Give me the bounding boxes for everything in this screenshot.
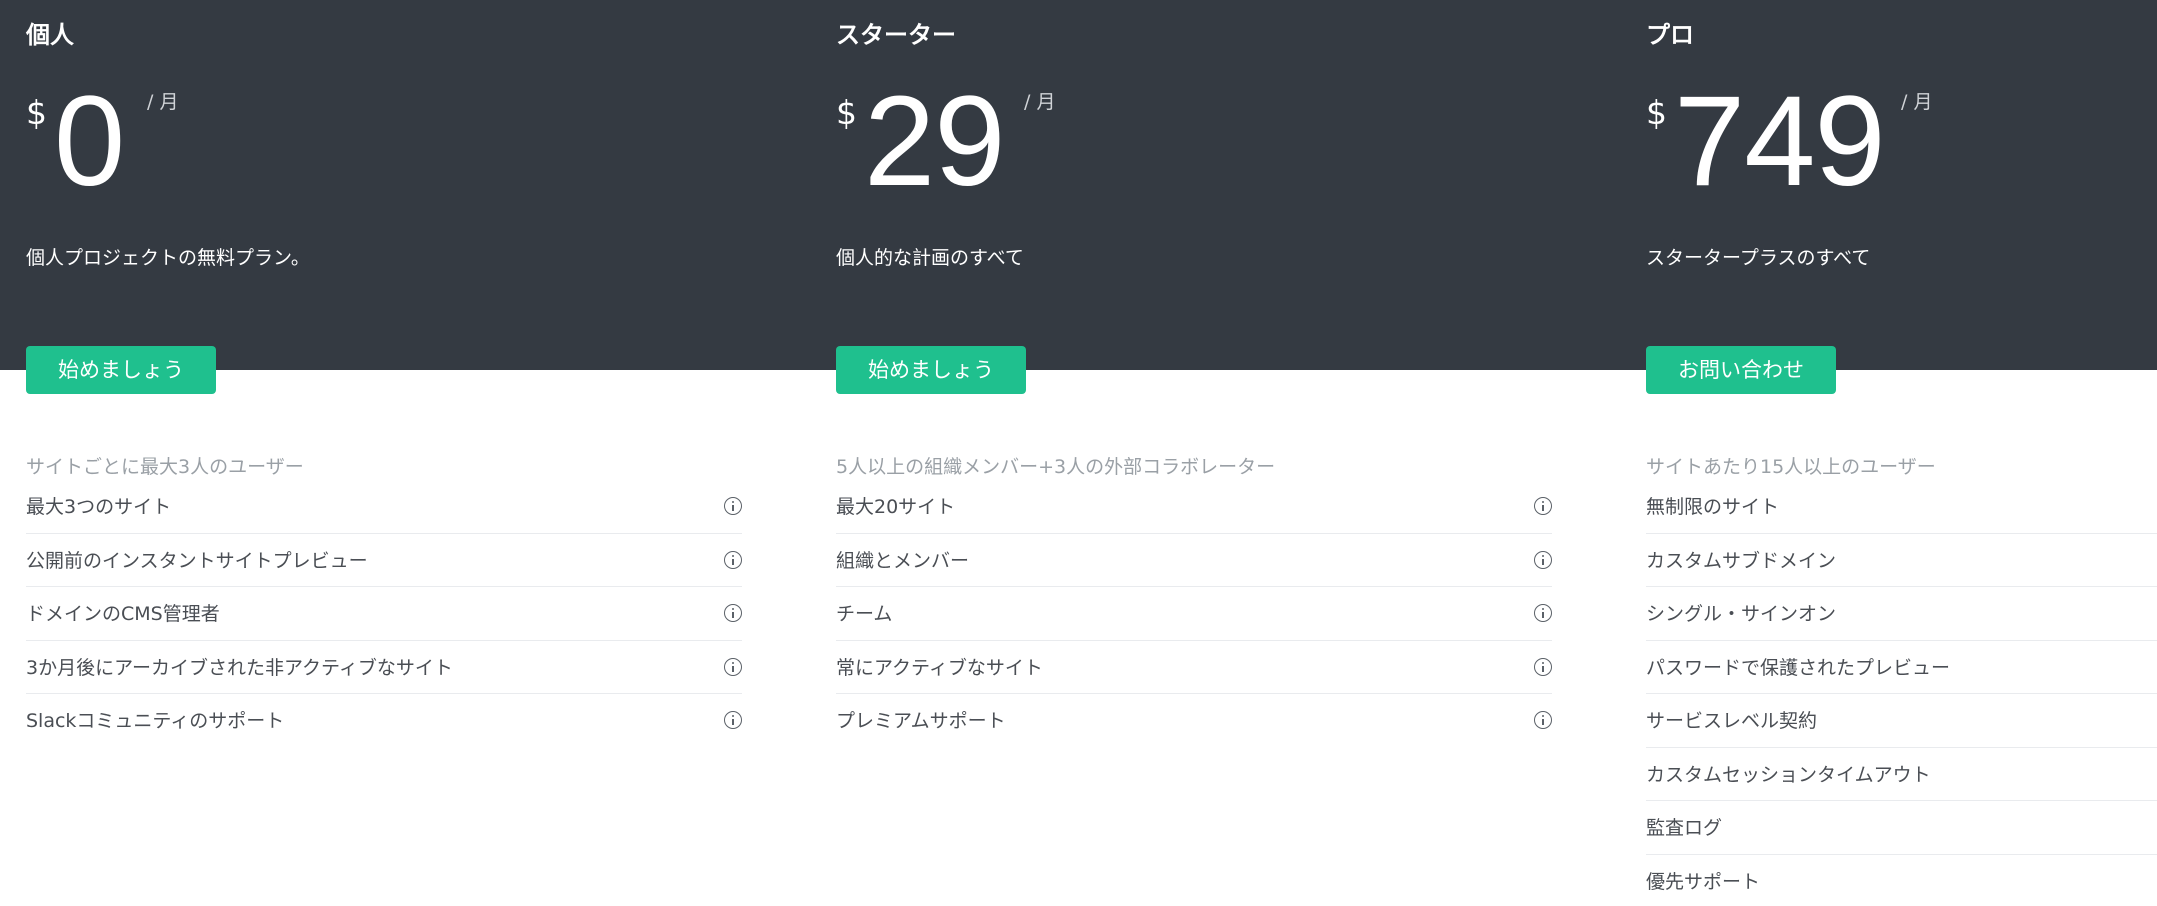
feature-item: 最大20サイト [836,480,1552,534]
feature-item: 優先サポート [1646,855,2157,906]
feature-item: 無制限のサイト [1646,480,2157,534]
plan-card-starter: スターター $ 29 / 月 個人的な計画のすべて 始めましょう 5人以上の組織… [836,0,1552,906]
feature-item: 公開前のインスタントサイトプレビュー [26,534,742,587]
features-header: サイトあたり15人以上のユーザー [1646,456,1936,478]
feature-label: サービスレベル契約 [1646,710,1818,732]
feature-label: 組織とメンバー [836,549,970,572]
feature-label: 3か月後にアーカイブされた非アクティブなサイト [26,656,453,679]
plan-price: 749 [1674,70,1886,213]
feature-label: 最大3つのサイト [26,496,172,518]
feature-item: Slackコミュニティのサポート [26,694,742,748]
feature-item: 監査ログ [1646,801,2157,855]
feature-label: 公開前のインスタントサイトプレビュー [26,549,368,572]
feature-item: カスタムサブドメイン [1646,534,2157,587]
currency-symbol: $ [1646,93,1667,132]
feature-label: 無制限のサイト [1646,496,1780,518]
feature-label: チーム [836,603,893,625]
feature-label: カスタムサブドメイン [1646,549,1837,572]
plan-card-pro: プロ $ 749 / 月 スタータープラスのすべて お問い合わせ サイトあたり1… [1646,0,2157,906]
info-icon[interactable] [1534,497,1552,515]
billing-period: / 月 [1901,91,1933,113]
feature-item: サービスレベル契約 [1646,694,2157,748]
feature-item: 常にアクティブなサイト [836,641,1552,694]
feature-item: チーム [836,587,1552,641]
plan-name: プロ [1646,21,1694,49]
info-icon[interactable] [1534,604,1552,622]
feature-item: カスタムセッションタイムアウト [1646,748,2157,801]
plan-description: 個人プロジェクトの無料プラン。 [26,247,310,269]
currency-symbol: $ [836,93,857,132]
info-icon[interactable] [724,657,742,676]
feature-label: パスワードで保護されたプレビュー [1646,656,1951,679]
get-started-button[interactable]: 始めましょう [836,346,1026,394]
plan-name: スターター [836,21,956,49]
info-icon[interactable] [724,604,742,622]
feature-item: ドメインのCMS管理者 [26,587,742,641]
contact-us-button[interactable]: お問い合わせ [1646,346,1836,394]
features-header: 5人以上の組織メンバー+3人の外部コラボレーター [836,456,1276,478]
plan-price: 29 [864,70,1005,213]
feature-label: 監査ログ [1646,817,1723,839]
plan-description: スタータープラスのすべて [1646,247,1871,269]
feature-label: 最大20サイト [836,496,956,518]
plan-card-personal: 個人 $ 0 / 月 個人プロジェクトの無料プラン。 始めましょう サイトごとに… [26,0,742,906]
plan-name: 個人 [26,21,74,49]
billing-period: / 月 [1024,91,1056,113]
info-icon[interactable] [724,711,742,729]
info-icon[interactable] [724,550,742,569]
feature-item: 最大3つのサイト [26,480,742,534]
feature-label: 常にアクティブなサイト [836,656,1043,679]
feature-item: パスワードで保護されたプレビュー [1646,641,2157,694]
info-icon[interactable] [724,497,742,515]
billing-period: / 月 [147,91,179,113]
feature-label: ドメインのCMS管理者 [26,603,220,625]
currency-symbol: $ [26,93,47,132]
info-icon[interactable] [1534,711,1552,729]
feature-label: 優先サポート [1646,870,1761,893]
feature-item: シングル・サインオン [1646,587,2157,641]
feature-item: プレミアムサポート [836,694,1552,748]
pricing-plans: 個人 $ 0 / 月 個人プロジェクトの無料プラン。 始めましょう サイトごとに… [0,0,2157,906]
plan-description: 個人的な計画のすべて [836,247,1024,269]
feature-item: 3か月後にアーカイブされた非アクティブなサイト [26,641,742,694]
feature-label: カスタムセッションタイムアウト [1646,763,1931,786]
plan-price: 0 [54,70,125,213]
features-header: サイトごとに最大3人のユーザー [26,456,304,478]
feature-list: 無制限のサイト カスタムサブドメイン シングル・サインオン パスワードで保護され… [1646,480,2157,906]
feature-label: プレミアムサポート [836,710,1006,732]
feature-label: シングル・サインオン [1646,603,1837,625]
feature-list: 最大20サイト 組織とメンバー チーム 常にアクティブなサイト プレミアムサポー… [836,480,1552,748]
info-icon[interactable] [1534,550,1552,569]
feature-list: 最大3つのサイト 公開前のインスタントサイトプレビュー ドメインのCMS管理者 … [26,480,742,748]
feature-item: 組織とメンバー [836,534,1552,587]
feature-label: Slackコミュニティのサポート [26,710,285,732]
get-started-button[interactable]: 始めましょう [26,346,216,394]
info-icon[interactable] [1534,657,1552,676]
